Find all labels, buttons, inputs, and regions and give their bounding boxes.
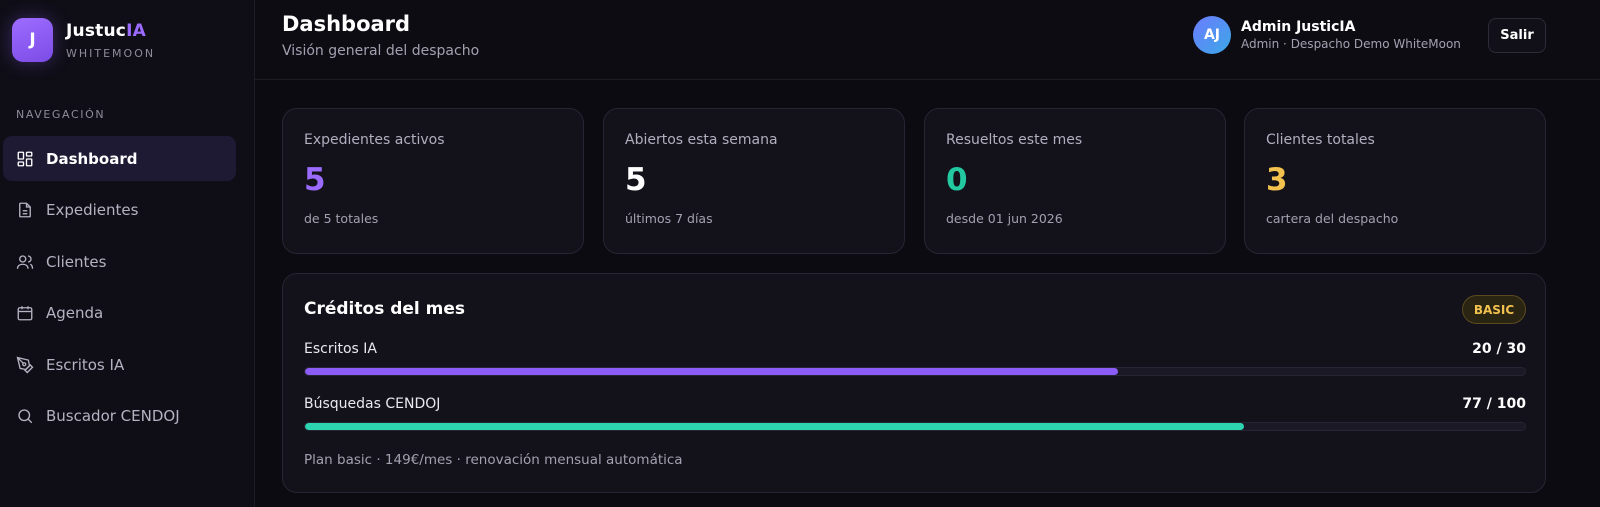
progress-fill	[305, 423, 1245, 430]
stat-card-abiertos-semana: Abiertos esta semana 5 últimos 7 días	[603, 108, 905, 254]
stat-card-clientes-totales: Clientes totales 3 cartera del despacho	[1244, 108, 1546, 254]
page-title: Dashboard	[282, 12, 411, 36]
meter-label: Búsquedas CENDOJ	[304, 396, 441, 412]
brand-logo: J	[12, 18, 53, 62]
sidebar-item-label: Clientes	[46, 252, 107, 271]
plan-description: Plan basic · 149€/mes · renovación mensu…	[304, 452, 683, 468]
meter-label: Escritos IA	[304, 341, 377, 357]
sidebar-item-dashboard[interactable]: Dashboard	[3, 136, 236, 181]
stat-value: 3	[1266, 162, 1288, 198]
stat-label: Clientes totales	[1266, 132, 1375, 148]
sidebar-item-escritos-ia[interactable]: Escritos IA	[3, 342, 236, 387]
stat-label: Abiertos esta semana	[625, 132, 778, 148]
progress-fill	[305, 368, 1119, 375]
dashboard-icon	[15, 149, 35, 169]
sidebar: J JustucIA WHITEMOON NAVEGACIÓN Dashboar…	[0, 0, 255, 507]
plan-badge: BASIC	[1462, 295, 1526, 324]
calendar-icon	[15, 303, 35, 323]
meter-row: Escritos IA 20 / 30	[304, 341, 1526, 357]
user-name: Admin JusticIA	[1241, 19, 1356, 35]
brand-name-main: Justuc	[66, 20, 127, 41]
avatar[interactable]: AJ	[1193, 16, 1231, 54]
stat-note: cartera del despacho	[1266, 211, 1399, 226]
sidebar-item-clientes[interactable]: Clientes	[3, 239, 236, 284]
sidebar-item-expedientes[interactable]: Expedientes	[3, 188, 236, 233]
progress-track	[304, 367, 1526, 376]
meter-count: 20 / 30	[1472, 341, 1526, 357]
meter-count: 77 / 100	[1462, 396, 1526, 412]
meter-busquedas-cendoj: Búsquedas CENDOJ 77 / 100	[304, 396, 1526, 431]
progress-track	[304, 422, 1526, 431]
stat-note: desde 01 jun 2026	[946, 211, 1063, 226]
nav-section-title: NAVEGACIÓN	[16, 108, 106, 121]
pen-icon	[15, 355, 35, 375]
brand-logo-letter: J	[29, 30, 36, 50]
page-subtitle: Visión general del despacho	[282, 43, 480, 59]
sidebar-item-buscador-cendoj[interactable]: Buscador CENDOJ	[3, 394, 236, 439]
sidebar-item-label: Dashboard	[46, 149, 138, 168]
sidebar-item-label: Agenda	[46, 304, 104, 323]
stat-value: 0	[946, 162, 968, 198]
stat-value: 5	[304, 162, 326, 198]
stat-label: Expedientes activos	[304, 132, 445, 148]
top-header: Dashboard Visión general del despacho AJ…	[255, 0, 1600, 80]
user-role: Admin · Despacho Demo WhiteMoon	[1241, 37, 1461, 51]
sidebar-item-agenda[interactable]: Agenda	[3, 291, 236, 336]
stat-card-expedientes-activos: Expedientes activos 5 de 5 totales	[282, 108, 584, 254]
credits-panel: Créditos del mes BASIC Escritos IA 20 / …	[282, 273, 1546, 493]
credits-title: Créditos del mes	[304, 299, 466, 319]
stat-card-resueltos-mes: Resueltos este mes 0 desde 01 jun 2026	[924, 108, 1226, 254]
user-info: Admin JusticIA Admin · Despacho Demo Whi…	[1241, 19, 1461, 51]
file-icon	[15, 200, 35, 220]
brand-text: JustucIA WHITEMOON	[66, 21, 155, 60]
logout-button[interactable]: Salir	[1488, 18, 1546, 53]
sidebar-item-label: Expedientes	[46, 201, 139, 220]
users-icon	[15, 252, 35, 272]
brand-subtitle: WHITEMOON	[66, 46, 156, 60]
stat-value: 5	[625, 162, 647, 198]
brand[interactable]: J JustucIA WHITEMOON	[12, 18, 155, 62]
user-menu[interactable]: AJ Admin JusticIA Admin · Despacho Demo …	[1193, 16, 1461, 54]
stat-note: de 5 totales	[304, 211, 379, 226]
sidebar-nav: Dashboard Expedientes Clientes Agenda Es…	[3, 136, 236, 446]
brand-name: JustucIA	[66, 21, 155, 41]
stat-note: últimos 7 días	[625, 211, 713, 226]
brand-name-accent: IA	[126, 20, 146, 41]
meter-row: Búsquedas CENDOJ 77 / 100	[304, 396, 1526, 412]
sidebar-item-label: Escritos IA	[46, 355, 125, 374]
sidebar-item-label: Buscador CENDOJ	[46, 407, 180, 426]
stat-label: Resueltos este mes	[946, 132, 1083, 148]
meter-escritos-ia: Escritos IA 20 / 30	[304, 341, 1526, 376]
search-icon	[15, 406, 35, 426]
